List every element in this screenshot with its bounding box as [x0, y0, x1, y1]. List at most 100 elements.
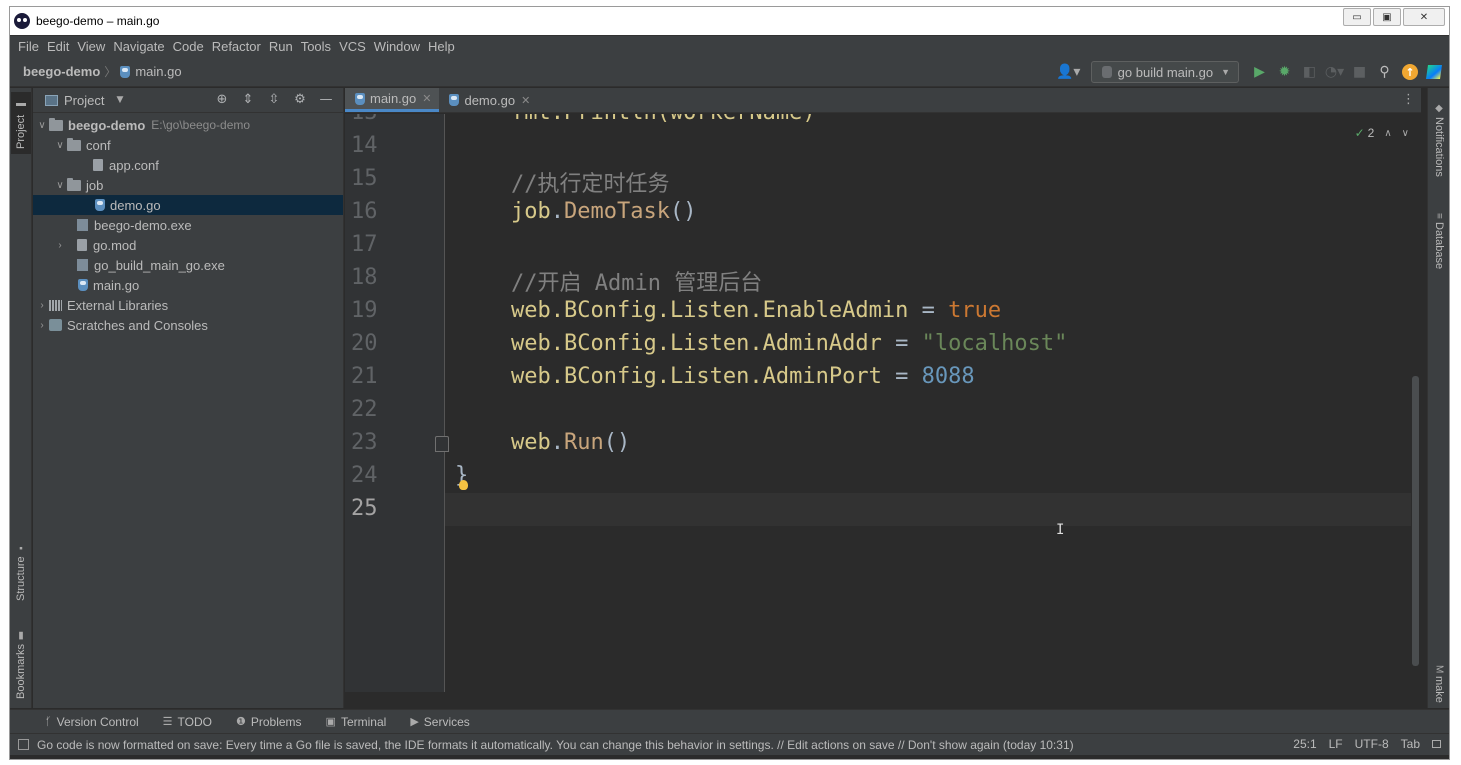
project-panel-title[interactable]: Project	[64, 93, 104, 108]
run-configuration-dropdown[interactable]: go build main.go ▼	[1090, 61, 1239, 83]
jetbrains-logo-icon[interactable]	[1426, 65, 1442, 79]
status-message[interactable]: Go code is now formatted on save: Every …	[37, 738, 1074, 752]
vertical-scrollbar[interactable]	[1412, 376, 1419, 666]
chevron-right-icon[interactable]: ›	[53, 240, 67, 251]
tool-windows-toggle-icon[interactable]	[18, 739, 29, 750]
menu-refactor[interactable]: Refactor	[208, 39, 265, 54]
debug-icon[interactable]: ✹	[1272, 64, 1297, 80]
go-mod-file-icon	[77, 239, 87, 251]
tree-item-root[interactable]: ∨ beego-demo E:\go\beego-demo	[33, 115, 343, 135]
menu-file[interactable]: File	[14, 39, 43, 54]
next-highlight-icon[interactable]: ∨	[1402, 128, 1409, 139]
line-ending[interactable]: LF	[1329, 737, 1343, 751]
run-configuration-label: go build main.go	[1117, 64, 1214, 80]
chevron-down-icon[interactable]: ▼	[116, 95, 123, 105]
project-tool-label: Project	[15, 114, 27, 149]
tree-item-conf[interactable]: ∨ conf	[33, 135, 343, 155]
menu-tools[interactable]: Tools	[297, 39, 335, 54]
make-tool-label: make	[1433, 676, 1445, 704]
tree-item-label: conf	[86, 137, 111, 153]
menu-code[interactable]: Code	[169, 39, 208, 54]
close-tab-icon[interactable]: ✕	[521, 94, 530, 107]
chevron-down-icon: ▼	[1221, 67, 1230, 77]
code-token: web	[511, 430, 551, 455]
tree-item-demo-go[interactable]: demo.go	[33, 195, 343, 215]
todo-tool[interactable]: ☰ TODO	[163, 715, 212, 729]
tab-demo-go[interactable]: demo.go ✕	[439, 88, 538, 112]
chevron-right-icon[interactable]: ›	[35, 320, 49, 331]
structure-tool-tab[interactable]: Structure ▪	[11, 534, 31, 606]
tree-item-go-build-exe[interactable]: go_build_main_go.exe	[33, 255, 343, 275]
chevron-down-icon[interactable]: ∨	[53, 140, 67, 151]
gear-icon[interactable]: ⚙	[287, 92, 313, 107]
menu-view[interactable]: View	[73, 39, 109, 54]
tree-item-scratches[interactable]: › Scratches and Consoles	[33, 315, 343, 335]
tree-item-job[interactable]: ∨ job	[33, 175, 343, 195]
tree-item-app-conf[interactable]: app.conf	[33, 155, 343, 175]
user-icon[interactable]: 👤▾	[1056, 64, 1081, 80]
indent-setting[interactable]: Tab	[1401, 737, 1420, 751]
menu-navigate[interactable]: Navigate	[109, 39, 168, 54]
chevron-down-icon[interactable]: ∨	[53, 180, 67, 191]
menu-edit[interactable]: Edit	[43, 39, 73, 54]
run-icon[interactable]: ▶	[1247, 64, 1272, 80]
more-tabs-icon[interactable]: ⋮	[1402, 92, 1415, 107]
menu-help[interactable]: Help	[424, 39, 459, 54]
database-tool-tab[interactable]: ≡ Database	[1429, 210, 1449, 280]
tab-main-go[interactable]: main.go ✕	[345, 88, 440, 112]
line-number-current: 25	[351, 496, 378, 521]
chevron-down-icon[interactable]: ∨	[35, 120, 49, 131]
menu-run[interactable]: Run	[265, 39, 297, 54]
line-number: 21	[351, 364, 378, 389]
maximize-button[interactable]: ▣	[1373, 8, 1401, 26]
notifications-tool-tab[interactable]: ◆ Notifications	[1429, 100, 1449, 190]
profile-icon[interactable]: ◔▾	[1322, 64, 1347, 80]
chevron-right-icon[interactable]: ›	[35, 300, 49, 311]
code-token: job	[511, 199, 551, 224]
update-icon[interactable]: ↑	[1402, 64, 1418, 80]
tree-item-external-libraries[interactable]: › External Libraries	[33, 295, 343, 315]
tree-item-label: demo.go	[110, 197, 161, 213]
close-tab-icon[interactable]: ✕	[422, 92, 431, 105]
make-tool-tab[interactable]: M make	[1429, 662, 1449, 708]
intention-bulb-icon[interactable]	[459, 480, 468, 490]
collapse-all-icon[interactable]: ⇳	[261, 92, 287, 107]
notifications-tool-label: Notifications	[1433, 117, 1445, 177]
menu-vcs[interactable]: VCS	[335, 39, 370, 54]
menu-window[interactable]: Window	[370, 39, 424, 54]
breadcrumb-file[interactable]: main.go	[120, 64, 182, 79]
caret-position[interactable]: 25:1	[1293, 737, 1316, 751]
inspections-widget[interactable]: ✓ 2 ∧ ∨	[1355, 126, 1409, 140]
hide-panel-icon[interactable]: —	[313, 92, 339, 107]
lock-icon[interactable]	[1432, 740, 1441, 748]
services-tool[interactable]: ▶ Services	[410, 715, 469, 729]
tree-item-beego-demo-exe[interactable]: beego-demo.exe	[33, 215, 343, 235]
file-encoding[interactable]: UTF-8	[1355, 737, 1389, 751]
code-area[interactable]: fmt.Println(workerName) //执行定时任务 job.Dem…	[445, 114, 1411, 692]
bookmarks-tool-tab[interactable]: Bookmarks ▮	[11, 622, 31, 704]
services-icon: ▶	[410, 716, 419, 728]
folder-icon	[67, 137, 81, 151]
executable-file-icon	[77, 259, 88, 271]
bookmarks-tool-label: Bookmarks	[15, 643, 27, 700]
go-file-icon	[95, 199, 105, 211]
problems-tool[interactable]: ❶ Problems	[236, 715, 302, 729]
tree-item-main-go[interactable]: main.go	[33, 275, 343, 295]
breadcrumb-project[interactable]: beego-demo	[23, 64, 100, 79]
minimize-button[interactable]: ▭	[1343, 8, 1371, 26]
tree-item-label: External Libraries	[67, 297, 169, 313]
tree-item-go-mod[interactable]: › go.mod	[33, 235, 343, 255]
terminal-tool[interactable]: ▣ Terminal	[326, 715, 387, 729]
tree-item-label: beego-demo.exe	[94, 217, 192, 233]
expand-all-icon[interactable]: ⇕	[235, 92, 261, 107]
close-button[interactable]: ✕	[1403, 8, 1445, 26]
structure-tool-label: Structure	[15, 556, 27, 601]
line-number: 17	[351, 232, 378, 257]
locate-file-icon[interactable]: ⊕	[209, 92, 235, 107]
coverage-icon[interactable]: ◧	[1297, 64, 1322, 80]
project-tool-tab[interactable]: Project ▬	[11, 92, 31, 154]
search-icon[interactable]: ⚲	[1372, 64, 1397, 80]
version-control-tool[interactable]: ᚶ Version Control	[45, 715, 139, 729]
previous-highlight-icon[interactable]: ∧	[1384, 128, 1391, 139]
stop-icon[interactable]: ■	[1347, 64, 1372, 80]
